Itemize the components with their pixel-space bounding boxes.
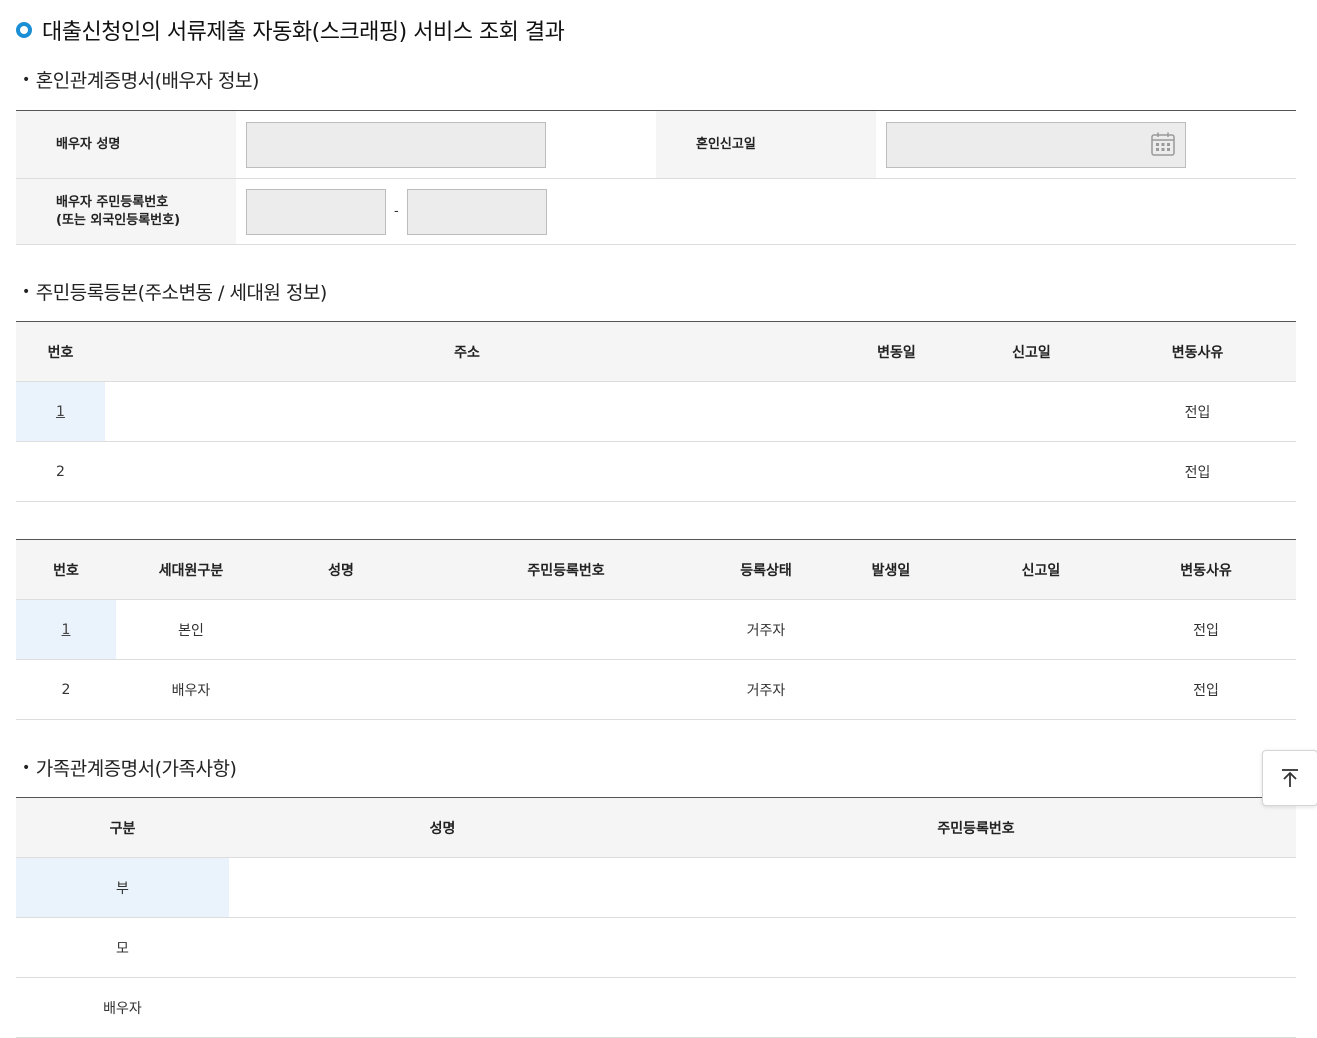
page-title-text: 대출신청인의 서류제출 자동화(스크래핑) 서비스 조회 결과 <box>42 20 565 45</box>
form-row-name-date: 배우자 성명 혼인신고일 <box>16 111 1296 179</box>
rrn-value <box>656 918 1296 977</box>
col-header-reason: 변동사유 <box>1171 344 1224 361</box>
report-date-value <box>966 660 1116 719</box>
col-header-reason: 변동사유 <box>1180 562 1232 579</box>
address-value <box>105 382 829 441</box>
bullet-icon: • <box>22 71 30 88</box>
spouse-rrn-label: 배우자 주민등록번호 (또는 외국인등록번호) <box>16 179 236 244</box>
rrn-separator: - <box>394 204 399 219</box>
name-value <box>266 600 416 659</box>
scroll-top-button[interactable] <box>1262 750 1317 806</box>
table-row[interactable]: 모 <box>16 918 1296 978</box>
row-number[interactable]: 2 <box>16 660 116 719</box>
rrn-value <box>656 858 1296 917</box>
calendar-icon[interactable] <box>1150 131 1176 157</box>
marriage-date-input[interactable] <box>886 121 1186 168</box>
row-number[interactable]: 2 <box>16 442 105 501</box>
col-header-change-date: 변동일 <box>877 344 916 361</box>
table-row[interactable]: 1 전입 <box>16 382 1296 442</box>
change-date-value <box>829 382 964 441</box>
section-title-marriage-text: 혼인관계증명서(배우자 정보) <box>35 70 260 92</box>
report-date-value <box>964 442 1099 501</box>
bullet-icon: • <box>22 283 30 300</box>
col-header-report-date: 신고일 <box>1021 562 1061 579</box>
section-title-family-text: 가족관계증명서(가족사항) <box>35 758 237 780</box>
col-header-address: 주소 <box>454 344 480 361</box>
section-title-resident: • 주민등록등본(주소변동 / 세대원 정보) <box>22 278 327 305</box>
marriage-form: 배우자 성명 혼인신고일 배우자 주민등록번호 (또는 외국인등록번호) - <box>16 110 1296 245</box>
col-header-occur-date: 발생일 <box>871 562 911 579</box>
spouse-name-label: 배우자 성명 <box>16 111 236 178</box>
table-row[interactable]: 배우자 <box>16 978 1296 1038</box>
family-type-value[interactable]: 모 <box>16 918 229 977</box>
report-date-value <box>964 382 1099 441</box>
col-header-name: 성명 <box>328 562 354 579</box>
table-header-row: 번호 세대원구분 성명 주민등록번호 등록상태 발생일 신고일 변동사유 <box>16 540 1296 600</box>
row-number-link[interactable]: 1 <box>16 600 116 659</box>
reason-value: 전입 <box>1193 682 1219 699</box>
col-header-no: 번호 <box>47 344 74 361</box>
spouse-name-cell <box>236 111 656 178</box>
col-header-rrn: 주민등록번호 <box>527 562 605 579</box>
address-value <box>105 442 829 501</box>
col-header-report-date: 신고일 <box>1012 344 1051 361</box>
spouse-rrn-front-input[interactable] <box>246 188 386 235</box>
address-change-table: 번호 주소 변동일 신고일 변동사유 1 전입 2 전입 <box>16 321 1296 502</box>
spouse-rrn-cell: - <box>236 179 547 244</box>
col-header-rrn: 주민등록번호 <box>937 820 1015 837</box>
member-type-value: 본인 <box>178 622 204 639</box>
family-relation-table: 구분 성명 주민등록번호 부 모 배우자 <box>16 797 1296 1038</box>
bullet-icon: • <box>22 759 30 776</box>
col-header-status: 등록상태 <box>740 562 792 579</box>
rrn-value <box>656 978 1296 1037</box>
table-row[interactable]: 1 본인 거주자 전입 <box>16 600 1296 660</box>
spouse-rrn-back-input[interactable] <box>406 188 547 235</box>
section-title-resident-text: 주민등록등본(주소변동 / 세대원 정보) <box>35 282 328 304</box>
col-header-type: 구분 <box>109 820 136 837</box>
name-value <box>229 858 656 917</box>
col-header-member-type: 세대원구분 <box>158 562 224 579</box>
section-title-marriage: • 혼인관계증명서(배우자 정보) <box>22 66 259 93</box>
page-title: 대출신청인의 서류제출 자동화(스크래핑) 서비스 조회 결과 <box>16 14 565 46</box>
table-header-row: 구분 성명 주민등록번호 <box>16 798 1296 858</box>
arrow-up-to-top-icon <box>1282 769 1298 787</box>
spouse-rrn-label-line2: (또는 외국인등록번호) <box>56 212 181 228</box>
change-date-value <box>829 442 964 501</box>
table-header-row: 번호 주소 변동일 신고일 변동사유 <box>16 322 1296 382</box>
spouse-rrn-label-line1: 배우자 주민등록번호 <box>56 194 169 210</box>
rrn-value <box>416 600 716 659</box>
col-header-no: 번호 <box>53 562 79 579</box>
col-header-name: 성명 <box>429 820 456 837</box>
name-value <box>266 660 416 719</box>
section-title-family: • 가족관계증명서(가족사항) <box>22 754 237 781</box>
form-row-rrn: 배우자 주민등록번호 (또는 외국인등록번호) - <box>16 179 1296 245</box>
name-value <box>229 978 656 1037</box>
status-value: 거주자 <box>746 682 786 699</box>
occur-date-value <box>816 600 966 659</box>
reason-value: 전입 <box>1193 622 1219 639</box>
row-number-link[interactable]: 1 <box>16 382 105 441</box>
family-type-value[interactable]: 부 <box>16 858 229 917</box>
ring-icon <box>16 22 32 38</box>
family-type-value[interactable]: 배우자 <box>16 978 229 1037</box>
household-member-table: 번호 세대원구분 성명 주민등록번호 등록상태 발생일 신고일 변동사유 1 본… <box>16 539 1296 720</box>
member-type-value: 배우자 <box>171 682 211 699</box>
reason-value: 전입 <box>1184 404 1211 421</box>
status-value: 거주자 <box>746 622 786 639</box>
table-row[interactable]: 부 <box>16 858 1296 918</box>
marriage-date-cell <box>876 111 1296 178</box>
spouse-name-input[interactable] <box>246 121 546 168</box>
reason-value: 전입 <box>1184 464 1211 481</box>
name-value <box>229 918 656 977</box>
occur-date-value <box>816 660 966 719</box>
marriage-date-label: 혼인신고일 <box>656 111 876 178</box>
report-date-value <box>966 600 1116 659</box>
table-row[interactable]: 2 전입 <box>16 442 1296 502</box>
rrn-value <box>416 660 716 719</box>
table-row[interactable]: 2 배우자 거주자 전입 <box>16 660 1296 720</box>
